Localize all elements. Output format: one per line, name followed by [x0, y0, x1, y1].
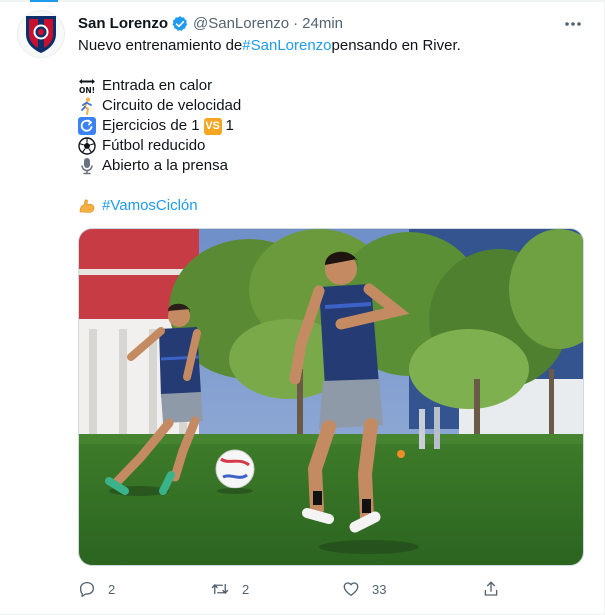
hashtag-link[interactable]: #SanLorenzo	[242, 36, 331, 56]
retweet-icon	[211, 583, 229, 595]
closing-line: #VamosCiclón	[78, 196, 588, 216]
tweet-photo[interactable]	[78, 228, 584, 566]
like-count: 33	[372, 581, 387, 597]
svg-text:ON!: ON!	[79, 86, 95, 95]
active-indicator	[30, 0, 58, 2]
author-name[interactable]: San Lorenzo	[78, 14, 168, 34]
microphone-icon	[78, 157, 96, 175]
retweet-button[interactable]: 2	[210, 578, 249, 600]
intro-text-end: pensando en River.	[331, 37, 461, 54]
more-dots-icon	[565, 22, 581, 26]
tweet-actions: 2 2 33	[78, 578, 498, 600]
hashtag-link[interactable]: #VamosCiclón	[102, 196, 198, 216]
reply-button[interactable]: 2	[78, 578, 115, 600]
verified-badge-icon	[171, 15, 189, 33]
tweet-body: Nuevo entrenamiento de #SanLorenzo pensa…	[78, 36, 588, 216]
heart-icon	[343, 582, 359, 597]
author-handle[interactable]: @SanLorenzo	[193, 14, 289, 34]
like-button[interactable]: 33	[342, 578, 386, 600]
list-item-text: Entrada en calor	[102, 77, 213, 94]
list-item: Ejercicios de 1 VS 1	[78, 116, 588, 136]
tweet-header: San Lorenzo @SanLorenzo · 24min	[78, 14, 343, 34]
on-arrow-icon: ON!	[78, 77, 96, 95]
list-item-text: Fútbol reducido	[102, 137, 206, 154]
tweet-intro-line: Nuevo entrenamiento de #SanLorenzo pensa…	[78, 36, 588, 56]
reply-count: 2	[108, 581, 116, 597]
intro-text: Nuevo entrenamiento de	[78, 37, 243, 54]
retweet-count: 2	[242, 581, 250, 597]
club-crest-icon	[26, 16, 56, 53]
flexed-biceps-icon	[78, 197, 96, 215]
share-icon	[484, 581, 498, 596]
share-button[interactable]	[482, 578, 500, 600]
list-item: Circuito de velocidad	[78, 96, 588, 116]
separator-dot: ·	[293, 15, 299, 32]
list-item: ON! Entrada en calor	[78, 76, 588, 96]
list-item: Abierto a la prensa	[78, 156, 588, 176]
top-divider	[0, 0, 605, 2]
training-photo-image	[79, 229, 583, 565]
vs-badge-icon: VS	[203, 117, 222, 135]
clockwise-arrow-icon	[78, 117, 96, 135]
list-item-text: Ejercicios de 1	[102, 117, 200, 134]
list-item-text: Abierto a la prensa	[102, 157, 228, 174]
list-item-text-end: 1	[225, 117, 234, 134]
tweet-timestamp[interactable]: 24min	[302, 14, 343, 34]
more-options-button[interactable]	[562, 14, 584, 34]
avatar[interactable]	[17, 10, 65, 58]
runner-icon	[78, 97, 96, 115]
reply-icon	[79, 581, 95, 597]
list-item: Fútbol reducido	[78, 136, 588, 156]
list-item-text: Circuito de velocidad	[102, 97, 242, 114]
soccer-ball-icon	[78, 137, 96, 155]
